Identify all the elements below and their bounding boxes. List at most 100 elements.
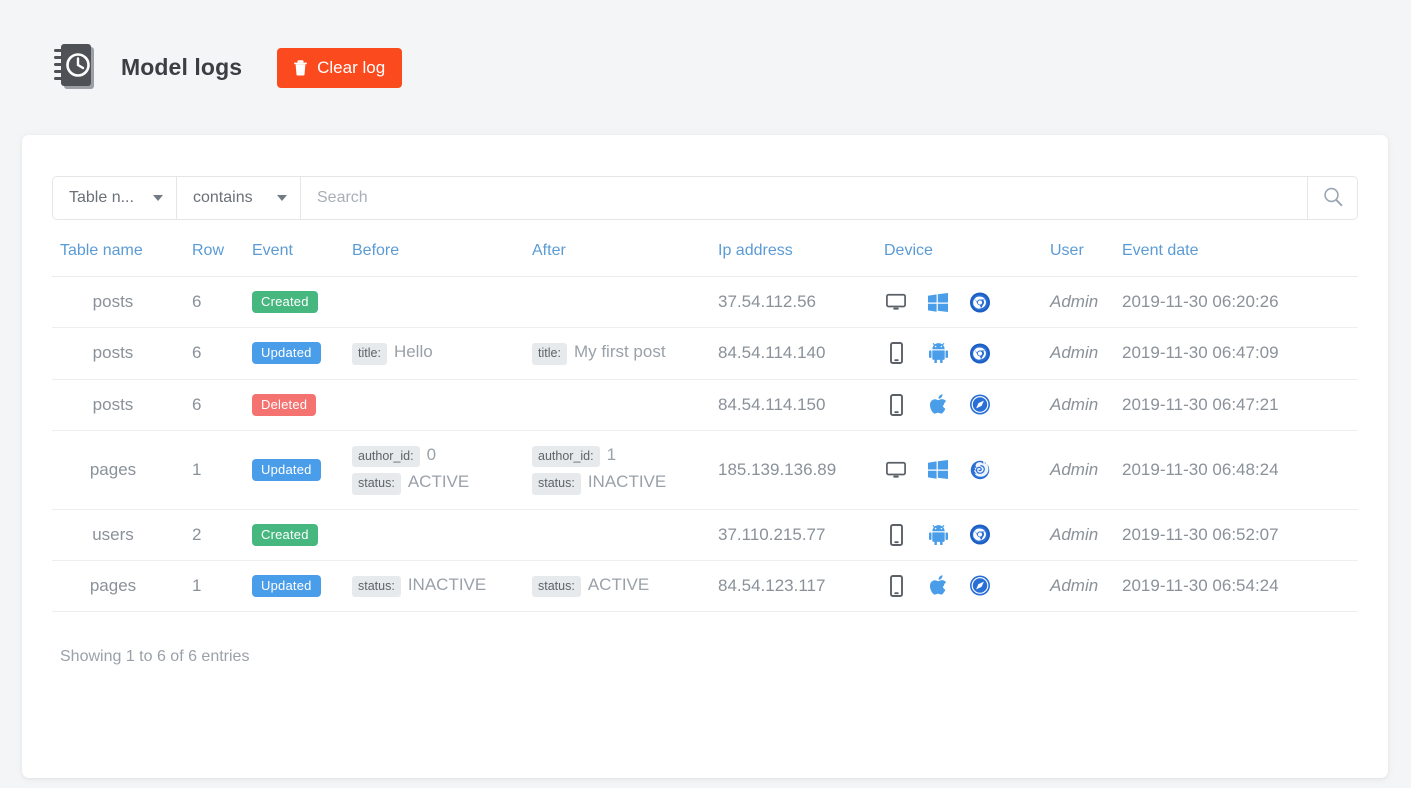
after-values: author_id: 1 status: INACTIVE	[532, 445, 718, 495]
column-header-table-name[interactable]: Table name	[52, 242, 192, 277]
cell-after	[532, 276, 718, 328]
mobile-icon	[886, 393, 906, 416]
field-value: INACTIVE	[407, 574, 487, 594]
cell-event: Updated	[252, 327, 352, 380]
column-header-ip-address[interactable]: Ip address	[718, 242, 884, 277]
field-value: My first post	[573, 342, 666, 361]
cell-table-name: users	[52, 509, 192, 561]
device-icons	[884, 459, 1050, 480]
field-value: Hello	[393, 342, 433, 361]
event-badge: Updated	[252, 574, 321, 597]
cell-row-number: 2	[192, 509, 252, 561]
device-icons	[884, 393, 1050, 416]
cell-table-name: posts	[52, 327, 192, 380]
column-header-event[interactable]: Event	[252, 242, 352, 277]
table-row[interactable]: users 2 Created 37.110.215.77 Admin 2019-11-3…	[52, 509, 1358, 561]
log-book-clock-icon	[52, 42, 96, 94]
key-value-pair: status: ACTIVE	[532, 574, 718, 597]
table-row[interactable]: pages 1 Updated author_id: 0 status: ACTIVE aut…	[52, 430, 1358, 510]
field-key: author_id:	[352, 445, 420, 467]
trash-icon	[293, 59, 308, 76]
cell-user: Admin	[1050, 379, 1122, 431]
field-select[interactable]: Table n...	[53, 177, 177, 219]
column-header-after[interactable]: After	[532, 242, 718, 277]
cell-table-name: pages	[52, 560, 192, 612]
android-icon	[928, 343, 948, 364]
cell-event: Created	[252, 509, 352, 561]
key-value-pair: status: ACTIVE	[352, 472, 532, 495]
cell-table-name: posts	[52, 276, 192, 328]
clear-log-label: Clear log	[317, 57, 386, 77]
safari-icon	[970, 394, 990, 415]
cell-before: author_id: 0 status: ACTIVE	[352, 430, 532, 510]
cell-event-date: 2019-11-30 06:47:21	[1122, 379, 1358, 431]
cell-after: author_id: 1 status: INACTIVE	[532, 430, 718, 510]
table-body: posts 6 Created 37.54.112.56 Admin 2019-11-30…	[52, 276, 1358, 612]
column-header-device[interactable]: Device	[884, 242, 1050, 277]
key-value-pair: title: Hello	[352, 342, 532, 365]
mobile-icon	[886, 342, 906, 365]
event-badge: Created	[252, 523, 318, 546]
mobile-icon	[886, 523, 906, 546]
column-header-event-date[interactable]: Event date	[1122, 242, 1358, 277]
cell-event-date: 2019-11-30 06:20:26	[1122, 276, 1358, 328]
cell-before	[352, 509, 532, 561]
cell-device	[884, 430, 1050, 510]
cell-event: Created	[252, 276, 352, 328]
column-header-user[interactable]: User	[1050, 242, 1122, 277]
cell-event-date: 2019-11-30 06:54:24	[1122, 560, 1358, 612]
device-icons	[884, 292, 1050, 313]
cell-user: Admin	[1050, 276, 1122, 328]
table-row[interactable]: posts 6 Created 37.54.112.56 Admin 2019-11-30…	[52, 276, 1358, 328]
field-value: ACTIVE	[587, 574, 650, 594]
cell-event: Updated	[252, 430, 352, 510]
cell-user: Admin	[1050, 560, 1122, 612]
cell-after	[532, 509, 718, 561]
device-icons	[884, 342, 1050, 365]
cell-event: Updated	[252, 560, 352, 612]
field-key: title:	[352, 343, 387, 365]
clear-log-button[interactable]: Clear log	[277, 47, 403, 88]
key-value-pair: author_id: 1	[532, 445, 718, 467]
table-header-row: Table name Row Event Before After Ip add…	[52, 242, 1358, 277]
apple-icon	[928, 394, 948, 415]
field-value: ACTIVE	[407, 472, 470, 491]
after-values: title: My first post	[532, 342, 718, 365]
column-header-row[interactable]: Row	[192, 242, 252, 277]
safari-icon	[970, 575, 990, 596]
entries-info: Showing 1 to 6 of 6 entries	[60, 648, 250, 665]
chrome-icon	[970, 524, 990, 545]
cell-table-name: posts	[52, 379, 192, 431]
cell-user: Admin	[1050, 509, 1122, 561]
key-value-pair: status: INACTIVE	[352, 574, 532, 597]
column-header-before[interactable]: Before	[352, 242, 532, 277]
search-icon	[1321, 185, 1345, 212]
search-input[interactable]	[301, 177, 1307, 219]
event-badge: Created	[252, 291, 318, 313]
cell-device	[884, 379, 1050, 431]
cell-ip-address: 84.54.114.150	[718, 379, 884, 431]
key-value-pair: status: INACTIVE	[532, 472, 718, 495]
desktop-icon	[886, 461, 906, 479]
chevron-down-icon	[153, 195, 163, 201]
table-row[interactable]: posts 6 Deleted 84.54.114.150 Admin 2019-11-3…	[52, 379, 1358, 431]
key-value-pair: author_id: 0	[352, 445, 532, 467]
before-values: status: INACTIVE	[352, 574, 532, 597]
field-key: status:	[532, 575, 581, 597]
event-badge: Deleted	[252, 393, 317, 416]
mobile-icon	[886, 574, 906, 597]
device-icons	[884, 523, 1050, 546]
windows-icon	[928, 460, 948, 479]
cell-before	[352, 379, 532, 431]
search-button[interactable]	[1307, 177, 1357, 219]
cell-after: status: ACTIVE	[532, 560, 718, 612]
cell-before	[352, 276, 532, 328]
event-badge: Updated	[252, 342, 321, 365]
field-key: title:	[532, 343, 567, 365]
operator-select[interactable]: contains	[177, 177, 301, 219]
cell-ip-address: 84.54.123.117	[718, 560, 884, 612]
model-logs-card: Table n... contains Table name Row Event…	[22, 135, 1388, 778]
table-row[interactable]: posts 6 Updated title: Hello title: My first p…	[52, 327, 1358, 380]
table-row[interactable]: pages 1 Updated status: INACTIVE status: ACTIV…	[52, 560, 1358, 612]
field-key: status:	[352, 473, 401, 495]
